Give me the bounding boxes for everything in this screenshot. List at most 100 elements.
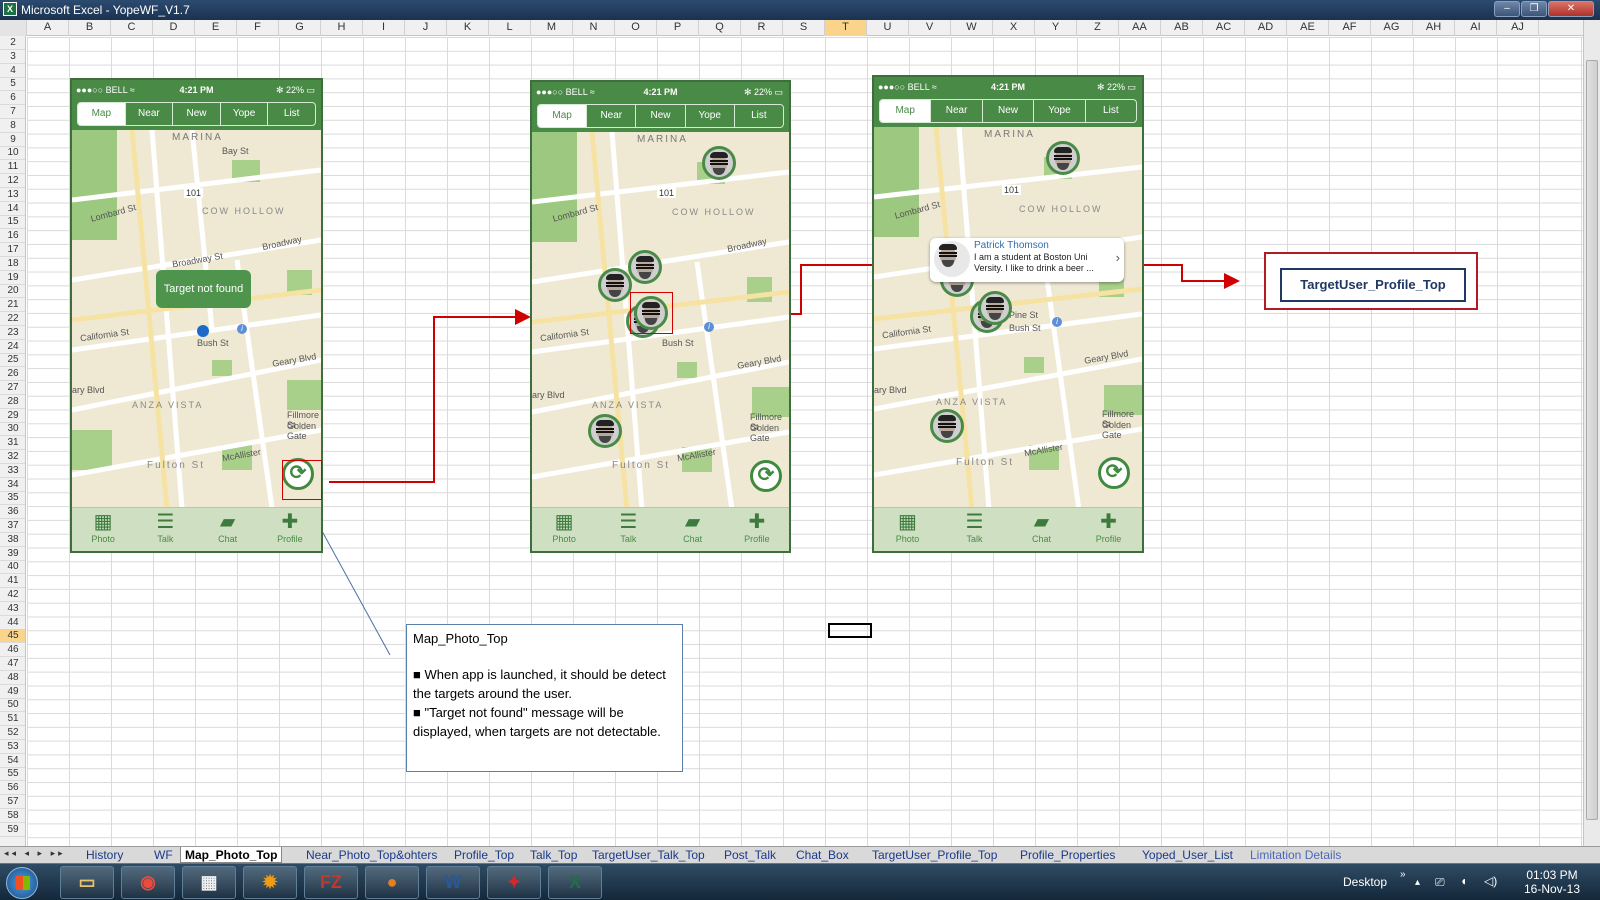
row-header[interactable]: 49 xyxy=(0,685,25,699)
user-avatar[interactable] xyxy=(978,291,1012,325)
column-header[interactable]: AA xyxy=(1119,20,1161,36)
worksheet-grid[interactable]: ●●●○○ BELL ≈ 4:21 PM ✻ 22% ▭ Map Near Ne… xyxy=(27,37,1583,846)
column-headers[interactable]: A B C D E F G H I J K L M N O P Q R S T U V W X Y Z AA AB AC AD AE AF AG… xyxy=(0,20,1583,36)
row-header[interactable]: 3 xyxy=(0,50,25,64)
column-header[interactable]: T xyxy=(825,20,867,36)
row-header[interactable]: 17 xyxy=(0,243,25,257)
sheet-tab[interactable]: WF xyxy=(154,847,173,863)
spec-note[interactable]: Map_Photo_Top ■ When app is launched, it… xyxy=(406,624,683,772)
row-header[interactable]: 11 xyxy=(0,160,25,175)
row-header[interactable]: 9 xyxy=(0,133,25,147)
row-header[interactable]: 55 xyxy=(0,767,25,782)
row-header[interactable]: 46 xyxy=(0,643,25,658)
row-header[interactable]: 36 xyxy=(0,505,25,520)
nav-photo[interactable]: ▦ Photo xyxy=(72,508,134,551)
tab-map[interactable]: Map xyxy=(880,100,932,122)
user-avatar[interactable] xyxy=(702,146,736,180)
column-header[interactable]: F xyxy=(237,20,279,36)
network-icon[interactable]: ⎚ xyxy=(1435,875,1445,890)
column-header[interactable]: AJ xyxy=(1497,20,1539,36)
nav-chat[interactable]: ▰ Chat xyxy=(661,508,725,551)
excel-icon[interactable]: X xyxy=(548,866,602,899)
scrollbar-thumb[interactable] xyxy=(1586,60,1598,820)
row-header[interactable]: 8 xyxy=(0,119,25,133)
row-header[interactable]: 38 xyxy=(0,533,25,547)
column-header[interactable]: P xyxy=(657,20,699,36)
column-header[interactable]: E xyxy=(195,20,237,36)
row-header[interactable]: 37 xyxy=(0,519,25,533)
row-header[interactable]: 6 xyxy=(0,91,25,106)
column-header[interactable]: D xyxy=(153,20,195,36)
sheet-tab[interactable]: Chat_Box xyxy=(796,847,849,863)
row-header[interactable]: 24 xyxy=(0,340,25,354)
refresh-icon[interactable]: ⟳ xyxy=(750,460,782,492)
row-header[interactable]: 30 xyxy=(0,422,25,437)
column-header[interactable]: O xyxy=(615,20,657,36)
row-header[interactable]: 54 xyxy=(0,754,25,768)
row-header[interactable]: 15 xyxy=(0,215,25,230)
refresh-icon[interactable]: ⟳ xyxy=(1098,457,1130,489)
column-header[interactable]: X xyxy=(993,20,1035,36)
user-avatar[interactable] xyxy=(628,250,662,284)
sheet-tab[interactable]: Yoped_User_List xyxy=(1142,847,1233,863)
volume-icon[interactable]: ◁) xyxy=(1484,874,1497,888)
row-header[interactable]: 42 xyxy=(0,588,25,602)
user-avatar[interactable] xyxy=(1046,141,1080,175)
column-header[interactable]: AH xyxy=(1413,20,1455,36)
column-header[interactable]: C xyxy=(111,20,153,36)
map-view[interactable]: MARINA 101 Lombard St COW HOLLOW Califor… xyxy=(874,127,1142,510)
sheet-tab[interactable]: Talk_Top xyxy=(530,847,577,863)
tab-yope[interactable]: Yope xyxy=(1034,100,1086,122)
sheet-tab[interactable]: History xyxy=(86,847,123,863)
column-header[interactable]: K xyxy=(447,20,489,36)
tab-map[interactable]: Map xyxy=(538,105,588,127)
apps-grid-icon[interactable]: ▦ xyxy=(182,866,236,899)
sheet-tab[interactable]: Map_Photo_Top xyxy=(180,847,283,863)
column-header[interactable]: AB xyxy=(1161,20,1203,36)
user-avatar[interactable] xyxy=(588,414,622,448)
row-header[interactable]: 51 xyxy=(0,712,25,727)
row-header[interactable]: 16 xyxy=(0,229,25,244)
tab-yope[interactable]: Yope xyxy=(221,103,269,125)
row-header[interactable]: 5 xyxy=(0,77,25,92)
tab-new[interactable]: New xyxy=(173,103,221,125)
tab-list[interactable]: List xyxy=(268,103,315,125)
row-headers[interactable]: 2 3 4 5 6 7 8 9 10 11 12 13 14 15 16 17 18 19 20 21 22 23 24 25… xyxy=(0,36,26,846)
column-header[interactable]: V xyxy=(909,20,951,36)
tab-new[interactable]: New xyxy=(983,100,1035,122)
column-header[interactable]: AI xyxy=(1455,20,1497,36)
column-header[interactable]: R xyxy=(741,20,783,36)
select-all-corner[interactable] xyxy=(0,20,27,36)
column-header[interactable]: N xyxy=(573,20,615,36)
row-header[interactable]: 41 xyxy=(0,574,25,589)
column-header[interactable]: AF xyxy=(1329,20,1371,36)
column-header[interactable]: L xyxy=(489,20,531,36)
tab-near[interactable]: Near xyxy=(587,105,637,127)
tab-list[interactable]: List xyxy=(735,105,783,127)
restore-button[interactable]: ❐ xyxy=(1521,1,1547,17)
nav-chat[interactable]: ▰ Chat xyxy=(1008,508,1075,551)
row-header[interactable]: 19 xyxy=(0,271,25,285)
row-header[interactable]: 43 xyxy=(0,602,25,616)
nav-talk[interactable]: ☰ Talk xyxy=(596,508,660,551)
tray-overflow-icon[interactable]: ▴ xyxy=(1415,877,1420,888)
row-header[interactable]: 33 xyxy=(0,464,25,478)
row-header[interactable]: 20 xyxy=(0,284,25,299)
nav-talk[interactable]: ☰ Talk xyxy=(134,508,196,551)
row-header[interactable]: 50 xyxy=(0,698,25,713)
sheet-tab[interactable]: Profile_Properties xyxy=(1020,847,1115,863)
chevron-right-icon[interactable]: › xyxy=(1116,250,1120,265)
row-header[interactable]: 10 xyxy=(0,146,25,161)
row-header[interactable]: 12 xyxy=(0,174,25,188)
row-header[interactable]: 56 xyxy=(0,781,25,796)
active-cell[interactable] xyxy=(828,623,872,638)
column-header[interactable]: W xyxy=(951,20,993,36)
row-header[interactable]: 59 xyxy=(0,823,25,837)
sheet-tab[interactable]: Near_Photo_Top&ohters xyxy=(306,847,437,863)
row-header[interactable]: 29 xyxy=(0,409,25,423)
column-header[interactable]: A xyxy=(27,20,69,36)
column-header[interactable]: AC xyxy=(1203,20,1245,36)
column-header[interactable]: AE xyxy=(1287,20,1329,36)
column-header[interactable]: Y xyxy=(1035,20,1077,36)
sheet-tab[interactable]: TargetUser_Profile_Top xyxy=(872,847,997,863)
